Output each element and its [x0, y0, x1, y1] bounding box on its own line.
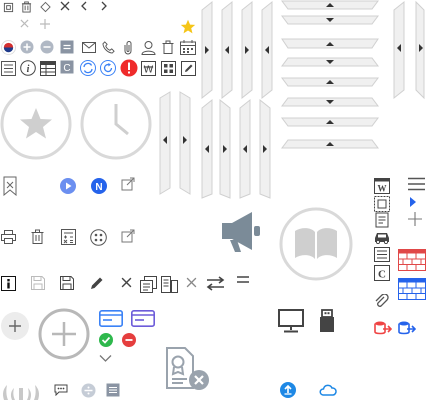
doc-outline-icon[interactable] — [374, 212, 390, 228]
trash-icon[interactable] — [21, 1, 32, 13]
close-light-icon[interactable] — [20, 19, 29, 28]
brick-blue-icon[interactable] — [398, 278, 426, 300]
phone-icon[interactable] — [102, 41, 115, 54]
usb-icon[interactable] — [318, 309, 336, 333]
grid-icon[interactable] — [161, 61, 176, 76]
user-icon[interactable] — [141, 40, 156, 55]
close-icon[interactable] — [60, 1, 70, 11]
megaphone-icon[interactable] — [218, 207, 266, 255]
print-icon[interactable] — [1, 230, 16, 244]
upload-circle-icon[interactable] — [280, 382, 296, 398]
save-icon[interactable] — [60, 276, 74, 290]
play-circle-icon[interactable] — [60, 178, 76, 194]
save-gray-icon[interactable] — [31, 276, 45, 290]
c-doc-icon[interactable]: C — [374, 265, 390, 281]
star-circle-large-icon[interactable] — [0, 88, 72, 160]
list-compact-icon[interactable] — [106, 383, 120, 397]
collapse-panel-left-icons[interactable] — [198, 0, 278, 100]
sync-icon[interactable] — [80, 60, 96, 76]
calculator-icon[interactable] — [61, 229, 76, 245]
laurel-icon — [0, 382, 42, 400]
pencil-icon[interactable] — [90, 276, 104, 290]
svg-text:i: i — [27, 64, 30, 75]
copy-icon[interactable] — [3, 2, 14, 13]
c-badge-icon[interactable]: C — [60, 60, 74, 74]
monitor-icon[interactable] — [278, 309, 304, 333]
clock-circle-large-icon[interactable] — [80, 88, 152, 160]
external-link-2-icon[interactable] — [121, 229, 135, 243]
swap-icon[interactable] — [205, 276, 226, 291]
check-green-icon[interactable] — [99, 333, 113, 347]
refresh-icon[interactable] — [100, 60, 116, 76]
certificate-remove-icon[interactable] — [163, 346, 211, 392]
attach-icon[interactable] — [122, 40, 134, 55]
brick-red-icon[interactable] — [398, 249, 426, 271]
svg-text:C: C — [63, 63, 70, 74]
chevron-left-icon[interactable] — [80, 1, 88, 11]
divide-icon[interactable] — [81, 383, 96, 398]
remove-red-icon[interactable] — [122, 333, 136, 347]
mail-icon[interactable] — [82, 42, 96, 53]
table-icon[interactable] — [40, 61, 56, 76]
triangle-right-icon[interactable] — [409, 196, 417, 208]
bookmark-x-icon[interactable] — [2, 176, 18, 196]
options-circle-icon[interactable] — [90, 229, 107, 246]
db-sync-icon[interactable] — [398, 320, 416, 336]
collapse-panel-up-icons[interactable] — [280, 0, 380, 156]
n-badge-icon[interactable]: N — [91, 178, 107, 194]
calendar-icon[interactable] — [180, 40, 196, 55]
attach-icon-2[interactable] — [374, 294, 390, 310]
list-box-icon[interactable] — [374, 247, 390, 262]
info-black-icon[interactable] — [1, 276, 16, 291]
info-icon[interactable]: i — [20, 60, 36, 76]
close-dark-icon[interactable] — [121, 277, 132, 288]
car-icon[interactable] — [374, 231, 390, 244]
chevron-right-icon[interactable] — [100, 1, 108, 11]
collapse-panel-right-icons[interactable] — [156, 88, 276, 200]
alert-icon[interactable] — [120, 59, 138, 77]
list-icon[interactable] — [1, 61, 16, 76]
chat-icon[interactable] — [54, 384, 68, 396]
flag-icon — [1, 40, 16, 55]
minus-square-icon[interactable] — [60, 40, 74, 54]
edit-icon[interactable] — [181, 61, 196, 76]
collapse-panel-side-icons[interactable] — [390, 0, 426, 100]
svg-text:C: C — [378, 269, 386, 281]
chevron-down-icon[interactable] — [99, 354, 112, 363]
currency-won-icon[interactable]: ₩ — [141, 61, 156, 76]
card-purple-icon[interactable] — [131, 310, 155, 327]
w-doc-icon[interactable]: W — [374, 178, 390, 194]
equals-icon[interactable] — [236, 275, 250, 285]
delete-icon[interactable] — [162, 40, 174, 54]
book-circle-icon[interactable] — [279, 207, 353, 281]
external-link-icon[interactable] — [121, 177, 135, 191]
add-large-circle-icon[interactable] — [38, 308, 90, 360]
add-small-circle-icon[interactable] — [0, 311, 30, 341]
remove-circle-icon[interactable] — [40, 40, 54, 54]
cloud-icon[interactable] — [319, 383, 337, 397]
diamond-icon — [40, 1, 51, 13]
plus-thin-icon[interactable] — [408, 212, 422, 226]
svg-text:W: W — [378, 184, 387, 194]
close-thin-icon[interactable] — [186, 277, 197, 288]
svg-text:₩: ₩ — [144, 65, 154, 76]
db-export-icon[interactable] — [374, 320, 392, 336]
star-filled-icon[interactable] — [180, 19, 196, 35]
svg-text:N: N — [95, 182, 102, 193]
hamburger-icon[interactable] — [407, 177, 426, 191]
document-list-icon[interactable] — [161, 276, 178, 293]
card-blue-icon[interactable] — [99, 310, 123, 327]
copy-doc-icon[interactable] — [140, 276, 157, 293]
plus-light-icon[interactable] — [40, 19, 50, 29]
doc-stack-icon[interactable] — [374, 196, 390, 212]
trash-outline-icon[interactable] — [31, 229, 44, 244]
add-circle-icon[interactable] — [20, 40, 34, 54]
